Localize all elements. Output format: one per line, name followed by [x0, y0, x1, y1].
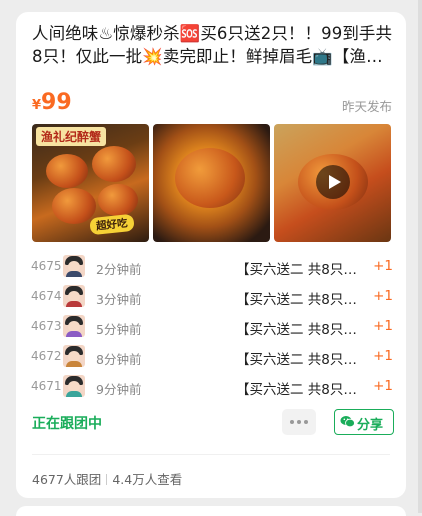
more-dot-icon	[290, 420, 294, 424]
product-image-1[interactable]: 渔礼纪醉蟹 超好吃	[32, 124, 149, 242]
order-quantity: +1	[373, 258, 393, 274]
divider	[32, 454, 390, 455]
share-label: 分享	[357, 418, 384, 433]
crab-shape	[98, 184, 138, 216]
more-dot-icon	[297, 420, 301, 424]
crab-roe-shape	[175, 148, 245, 208]
order-quantity: +1	[373, 318, 393, 334]
price-value: 99	[41, 90, 72, 115]
order-number: 4673	[31, 319, 62, 333]
avatar[interactable]	[63, 255, 85, 277]
group-buy-card[interactable]: 人间绝味♨惊爆秒杀🆘买6只送2只！！99到手共8只！仅此一批💥卖完即止！鲜掉眉毛…	[16, 12, 406, 498]
order-item: 【买六送二 共8只…	[236, 292, 357, 308]
order-quantity: +1	[373, 378, 393, 394]
order-item: 【买六送二 共8只…	[236, 322, 357, 338]
image-banner: 渔礼纪醉蟹	[36, 127, 107, 146]
group-status: 正在跟团中	[32, 416, 102, 432]
scrollbar[interactable]	[418, 0, 422, 513]
order-item: 【买六送二 共8只…	[236, 262, 357, 278]
crab-shape	[52, 188, 96, 224]
image-sticker: 超好吃	[89, 213, 135, 236]
order-row[interactable]: 4671 9分钟前 【买六送二 共8只… +1	[16, 373, 406, 403]
order-time: 5分钟前	[96, 322, 142, 337]
order-quantity: +1	[373, 288, 393, 304]
group-stats: 4677人跟团 4.4万人查看	[32, 469, 182, 488]
order-time: 8分钟前	[96, 352, 142, 367]
order-number: 4672	[31, 349, 62, 363]
order-quantity: +1	[373, 348, 393, 364]
image-gallery: 渔礼纪醉蟹 超好吃	[32, 124, 392, 242]
product-image-2[interactable]	[153, 124, 270, 242]
order-row[interactable]: 4675 2分钟前 【买六送二 共8只… +1	[16, 253, 406, 283]
stats-separator	[106, 474, 108, 485]
product-video-thumbnail[interactable]	[274, 124, 391, 242]
order-time: 3分钟前	[96, 292, 142, 307]
play-icon[interactable]	[316, 165, 350, 199]
order-item: 【买六送二 共8只…	[236, 382, 357, 398]
avatar[interactable]	[63, 285, 85, 307]
order-row[interactable]: 4673 5分钟前 【买六送二 共8只… +1	[16, 313, 406, 343]
order-row[interactable]: 4672 8分钟前 【买六送二 共8只… +1	[16, 343, 406, 373]
price: ¥99	[32, 90, 72, 115]
order-number: 4675	[31, 259, 62, 273]
views-count: 4.4万人查看	[112, 472, 183, 487]
post-title[interactable]: 人间绝味♨惊爆秒杀🆘买6只送2只！！99到手共8只！仅此一批💥卖完即止！鲜掉眉毛…	[32, 22, 394, 68]
order-time: 9分钟前	[96, 382, 142, 397]
wechat-icon	[340, 416, 355, 428]
avatar[interactable]	[63, 315, 85, 337]
followers-count: 4677人跟团	[32, 472, 102, 487]
crab-shape	[92, 146, 136, 182]
order-item: 【买六送二 共8只…	[236, 352, 357, 368]
avatar[interactable]	[63, 375, 85, 397]
order-number: 4671	[31, 379, 62, 393]
currency-symbol: ¥	[32, 98, 42, 113]
order-number: 4674	[31, 289, 62, 303]
more-dot-icon	[304, 420, 308, 424]
posted-time: 昨天发布	[341, 99, 392, 114]
avatar[interactable]	[63, 345, 85, 367]
more-button[interactable]	[282, 409, 316, 435]
order-time: 2分钟前	[96, 262, 142, 277]
order-row[interactable]: 4674 3分钟前 【买六送二 共8只… +1	[16, 283, 406, 313]
crab-shape	[46, 154, 88, 188]
next-card-edge	[16, 506, 406, 516]
share-button[interactable]: 分享	[334, 409, 394, 435]
